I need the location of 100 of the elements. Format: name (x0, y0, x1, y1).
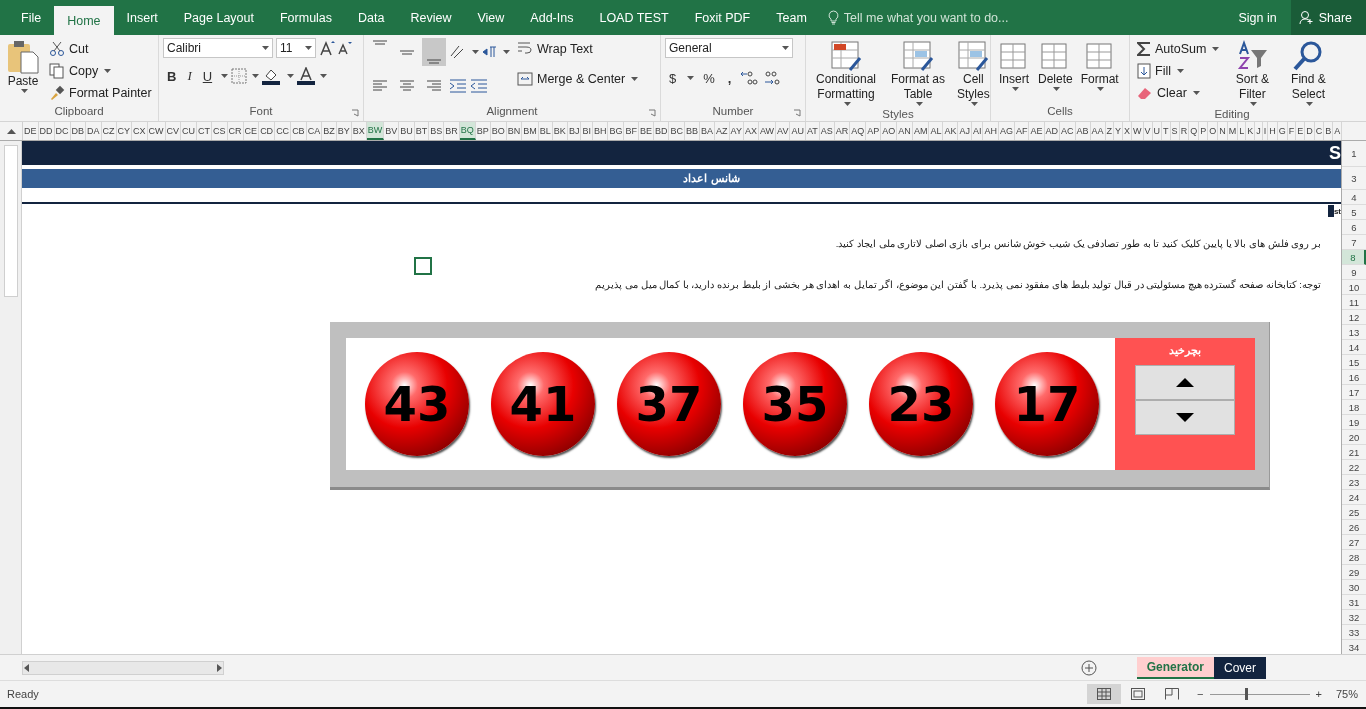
column-header[interactable]: CA (306, 122, 323, 140)
column-header[interactable]: BN (506, 122, 523, 140)
row-header[interactable]: 18 (1342, 400, 1366, 415)
sheet-tab[interactable]: Generator (1136, 656, 1214, 679)
row-header[interactable]: 20 (1342, 430, 1366, 445)
ribbon-tab[interactable]: LOAD TEST (586, 0, 682, 35)
column-header[interactable]: AF (1014, 122, 1030, 140)
ribbon-tab[interactable]: Team (763, 0, 820, 35)
currency-button[interactable]: $ (665, 66, 681, 90)
column-header[interactable]: AP (866, 122, 882, 140)
row-header[interactable]: 9 (1342, 265, 1366, 280)
cells-button[interactable]: Delete (1035, 38, 1076, 93)
ribbon-tab[interactable]: Formulas (266, 0, 346, 35)
column-header[interactable]: P (1199, 122, 1209, 140)
row-header[interactable]: 31 (1342, 595, 1366, 610)
font-size-field[interactable]: 11 (276, 38, 316, 58)
decrease-decimal-icon[interactable] (763, 70, 782, 86)
column-header[interactable]: E (1296, 122, 1306, 140)
column-header[interactable]: BF (624, 122, 639, 140)
bold-button[interactable]: B (163, 64, 181, 88)
clear-button[interactable]: Clear (1134, 82, 1223, 104)
column-header[interactable]: BX (351, 122, 367, 140)
grow-font-icon[interactable] (319, 40, 335, 56)
column-header[interactable]: Q (1189, 122, 1200, 140)
row-header[interactable]: 10 (1342, 280, 1366, 295)
column-header[interactable]: I (1262, 122, 1269, 140)
cells-button[interactable]: Format (1077, 38, 1122, 93)
scrollbar-thumb[interactable] (3, 145, 18, 297)
column-header[interactable]: AL (929, 122, 944, 140)
column-header[interactable]: BY (336, 122, 352, 140)
column-header[interactable]: AW (758, 122, 777, 140)
column-header[interactable]: AG (998, 122, 1015, 140)
outdent-icon[interactable] (470, 79, 488, 93)
increase-decimal-icon[interactable] (740, 70, 759, 86)
column-header[interactable]: CC (275, 122, 292, 140)
row-header[interactable]: 5 (1342, 205, 1366, 220)
italic-button[interactable]: I (183, 64, 196, 88)
row-header[interactable]: 16 (1342, 370, 1366, 385)
spin-up-button[interactable] (1135, 365, 1235, 400)
column-header[interactable]: AS (819, 122, 835, 140)
column-header[interactable]: DD (38, 122, 55, 140)
column-header[interactable]: DE (23, 122, 39, 140)
ribbon-tab[interactable]: Review (397, 0, 465, 35)
column-header[interactable]: U (1152, 122, 1163, 140)
cut-button[interactable]: Cut (46, 38, 155, 60)
underline-button[interactable]: U (198, 64, 217, 88)
column-header[interactable]: L (1238, 122, 1247, 140)
column-header[interactable]: BO (490, 122, 507, 140)
column-header[interactable]: K (1246, 122, 1256, 140)
column-header[interactable]: DC (54, 122, 71, 140)
row-header[interactable]: 15 (1342, 355, 1366, 370)
dialog-launcher-icon[interactable] (351, 109, 359, 117)
column-header[interactable]: BC (669, 122, 685, 140)
format-painter-button[interactable]: Format Painter (46, 82, 155, 104)
row-header[interactable]: 4 (1342, 190, 1366, 205)
styles-button[interactable]: Cell Styles (954, 38, 993, 108)
fill-color-icon[interactable] (262, 67, 283, 85)
column-header[interactable]: AC (1060, 122, 1076, 140)
column-header[interactable]: D (1305, 122, 1315, 140)
column-header[interactable]: W (1132, 122, 1144, 140)
row-header[interactable]: 13 (1342, 325, 1366, 340)
column-header[interactable]: BE (638, 122, 654, 140)
row-header[interactable]: 33 (1342, 625, 1366, 640)
paste-button[interactable]: Paste (4, 38, 42, 95)
row-header[interactable]: 25 (1342, 505, 1366, 520)
column-header[interactable]: AO (881, 122, 898, 140)
ribbon-tab[interactable]: Home (54, 6, 114, 35)
column-header[interactable]: CX (132, 122, 148, 140)
column-header[interactable]: H (1268, 122, 1278, 140)
row-header[interactable]: 8 (1342, 250, 1366, 265)
column-header[interactable]: M (1227, 122, 1239, 140)
column-header[interactable]: BT (414, 122, 430, 140)
column-header[interactable]: CV (165, 122, 182, 140)
scroll-up-icon[interactable] (6, 128, 16, 134)
cell-cursor[interactable] (414, 257, 432, 275)
dialog-launcher-icon[interactable] (648, 109, 656, 117)
column-header[interactable]: BK (552, 122, 568, 140)
find-select-button[interactable]: Find & Select (1282, 38, 1335, 108)
column-header[interactable]: F (1287, 122, 1297, 140)
spin-down-button[interactable] (1135, 400, 1235, 435)
column-header[interactable]: BZ (322, 122, 337, 140)
autosum-button[interactable]: AutoSum (1134, 38, 1223, 60)
column-header[interactable]: AV (776, 122, 791, 140)
column-header[interactable]: N (1218, 122, 1228, 140)
column-header[interactable]: Z (1105, 122, 1115, 140)
indent-icon[interactable] (449, 79, 467, 93)
comma-button[interactable]: , (723, 66, 736, 90)
ribbon-tab[interactable]: Insert (113, 0, 171, 35)
column-header[interactable]: T (1162, 122, 1171, 140)
column-header[interactable]: BB (685, 122, 700, 140)
number-format-field[interactable]: General (665, 38, 793, 58)
styles-button[interactable]: Conditional Formatting (810, 38, 882, 108)
column-header[interactable]: AD (1044, 122, 1060, 140)
fill-button[interactable]: Fill (1134, 60, 1223, 82)
row-header[interactable]: 3 (1342, 167, 1366, 190)
column-header[interactable]: DB (70, 122, 87, 140)
ribbon-tab[interactable]: Foxit PDF (681, 0, 764, 35)
scroll-left-icon[interactable] (23, 663, 31, 672)
shrink-font-icon[interactable] (338, 41, 352, 55)
column-header[interactable]: BL (538, 122, 553, 140)
